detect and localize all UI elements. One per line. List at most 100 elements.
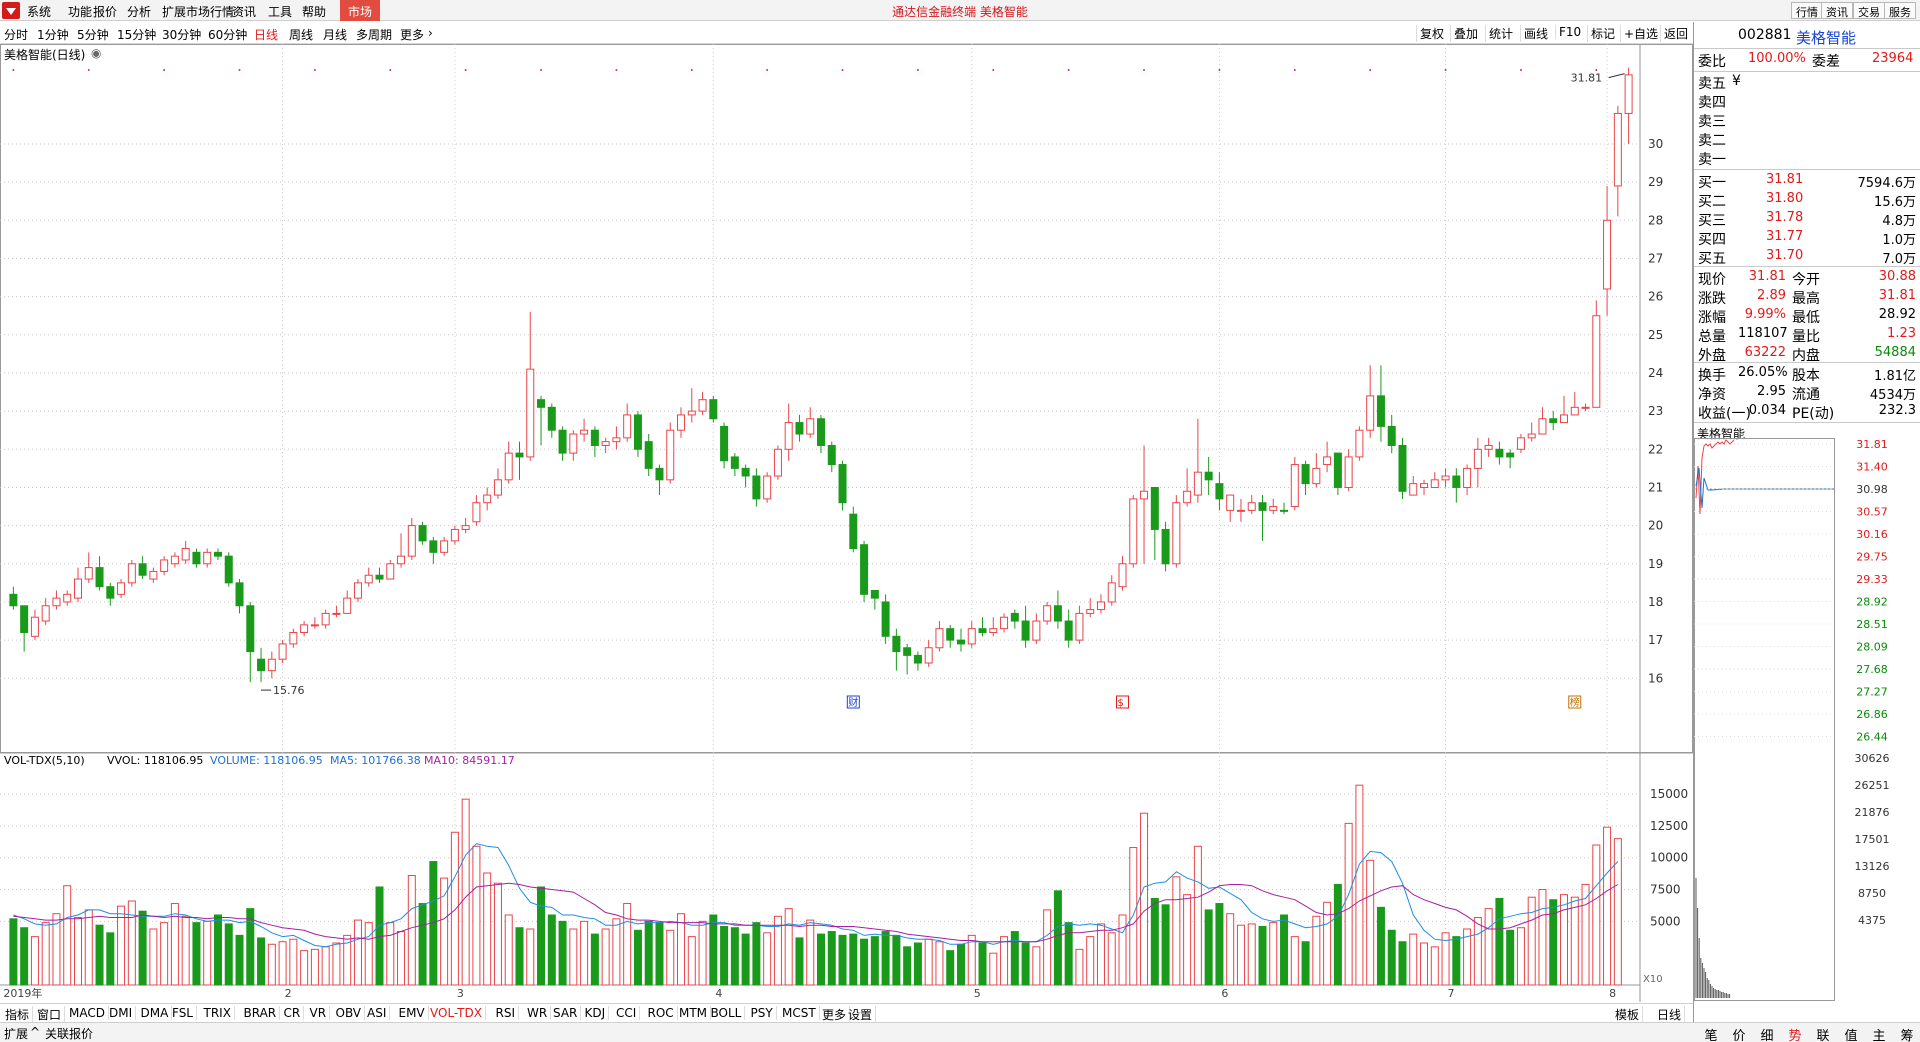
kline-chart[interactable]: 1617181920212223242526272829302019年 2 3 4 5 6…: [0, 44, 1693, 1002]
period-30min[interactable]: 30分钟: [162, 26, 201, 43]
buy-row[interactable]: 买三 31.78 4.8万: [1698, 210, 1918, 229]
period-more[interactable]: 更多: [400, 26, 424, 43]
period-5min[interactable]: 5分钟: [77, 26, 109, 43]
menu-system[interactable]: 系统: [27, 3, 51, 20]
template-button[interactable]: 模板: [1612, 1006, 1644, 1023]
indicator-item[interactable]: DMI: [106, 1006, 137, 1020]
period-display[interactable]: 日线: [1654, 1006, 1686, 1023]
volume-bar: [892, 934, 901, 986]
status-expand[interactable]: 扩展: [4, 1025, 28, 1042]
stat-row: 现价 31.81 今开 30.88: [1698, 269, 1918, 288]
indicator-item[interactable]: VOL-TDX: [427, 1006, 486, 1020]
stat-value: 2.95: [1757, 384, 1786, 399]
panel-tab[interactable]: 值: [1837, 1025, 1865, 1042]
indicator-item[interactable]: DMA: [138, 1006, 173, 1020]
buy-row[interactable]: 买四 31.77 1.0万: [1698, 229, 1918, 248]
panel-tab[interactable]: 势: [1781, 1025, 1809, 1042]
period-1min[interactable]: 1分钟: [37, 26, 69, 43]
indicator-tab[interactable]: 窗口: [34, 1006, 66, 1023]
menu-quote[interactable]: 报价: [93, 3, 117, 20]
tool-overlay[interactable]: 叠加: [1450, 25, 1481, 42]
volume-bar: [1086, 936, 1095, 986]
event-dot: [389, 69, 392, 71]
stat-label: 现价: [1698, 272, 1726, 288]
candle-body: [300, 624, 309, 633]
price-tick-label: 21: [1648, 480, 1663, 494]
indicator-item[interactable]: WR: [524, 1006, 552, 1020]
period-timeshare[interactable]: 分时: [4, 26, 28, 43]
indicator-item[interactable]: RSI: [493, 1006, 519, 1020]
indicator-item[interactable]: MCST: [779, 1006, 820, 1020]
top-button-quote[interactable]: 行情: [1791, 2, 1823, 19]
panel-tab[interactable]: 筹: [1893, 1025, 1920, 1042]
indicator-item[interactable]: ROC: [645, 1006, 678, 1020]
volume-bar: [537, 886, 546, 986]
indicator-item[interactable]: PSY: [748, 1006, 777, 1020]
tool-add-favorite[interactable]: +自选: [1620, 25, 1661, 42]
volume-bar: [418, 903, 427, 986]
volume-bar: [1538, 889, 1547, 986]
tool-draw[interactable]: 画线: [1520, 25, 1551, 42]
indicator-item[interactable]: FSL: [169, 1006, 197, 1020]
indicator-item[interactable]: CR: [281, 1006, 305, 1020]
tool-mark[interactable]: 标记: [1587, 25, 1618, 42]
volume-bar: [1366, 859, 1375, 986]
panel-tab[interactable]: 联: [1809, 1025, 1837, 1042]
menu-tools[interactable]: 工具: [268, 3, 292, 20]
volume-bar: [720, 925, 729, 986]
buy-row[interactable]: 买五 31.70 7.0万: [1698, 248, 1918, 267]
menu-market[interactable]: 市场: [340, 0, 381, 21]
mini-timeshare-chart[interactable]: 31.81 31.40 30.98 30.57 30.16 29.75 29.33 28.92…: [1694, 438, 1920, 1038]
mini-price-tick: 29.33: [1856, 573, 1888, 586]
panel-tab[interactable]: 细: [1753, 1025, 1781, 1042]
mini-price-tick: 31.40: [1856, 461, 1888, 474]
menu-news[interactable]: 资讯: [232, 3, 256, 20]
indicator-item[interactable]: OBV: [333, 1006, 366, 1020]
indicator-item[interactable]: MTM: [676, 1006, 712, 1020]
panel-tab[interactable]: 笔: [1697, 1025, 1725, 1042]
menu-function[interactable]: 功能: [68, 3, 92, 20]
menu-help[interactable]: 帮助: [302, 3, 326, 20]
app-logo-icon[interactable]: [2, 2, 20, 19]
top-button-news[interactable]: 资讯: [1821, 2, 1853, 19]
status-related-quote[interactable]: 关联报价: [45, 1025, 93, 1042]
indicator-item[interactable]: ASI: [364, 1006, 391, 1020]
menu-analysis[interactable]: 分析: [127, 3, 151, 20]
indicator-item[interactable]: VR: [307, 1006, 331, 1020]
indicator-item[interactable]: CCI: [613, 1006, 641, 1020]
indicator-item[interactable]: BRAR: [241, 1006, 281, 1020]
period-daily[interactable]: 日线: [254, 26, 278, 43]
chevron-up-icon[interactable]: ^: [30, 1025, 40, 1039]
menu-ext-market[interactable]: 扩展市场行情: [162, 3, 234, 20]
indicator-item[interactable]: MACD: [66, 1006, 109, 1020]
buy-row[interactable]: 买一 31.81 7594.6万: [1698, 172, 1918, 191]
candle-body: [827, 444, 836, 466]
period-weekly[interactable]: 周线: [289, 26, 313, 43]
chart-settings-icon[interactable]: ◉: [91, 46, 101, 60]
candle-body: [203, 551, 212, 565]
tool-statistics[interactable]: 统计: [1485, 25, 1516, 42]
period-15min[interactable]: 15分钟: [117, 26, 156, 43]
indicator-item[interactable]: SAR: [550, 1006, 582, 1020]
panel-tab[interactable]: 主: [1865, 1025, 1893, 1042]
chevron-right-icon[interactable]: ›: [428, 26, 433, 40]
tool-restore-rights[interactable]: 复权: [1416, 25, 1447, 42]
top-button-service[interactable]: 服务: [1884, 2, 1916, 19]
indicator-item[interactable]: 设置: [845, 1006, 877, 1023]
candle-body: [1096, 601, 1105, 611]
indicator-item[interactable]: KDJ: [582, 1006, 610, 1020]
indicator-item[interactable]: BOLL: [708, 1006, 746, 1020]
tool-f10[interactable]: F10: [1555, 25, 1584, 39]
volume-bar: [257, 937, 266, 986]
period-monthly[interactable]: 月线: [323, 26, 347, 43]
indicator-item[interactable]: TRIX: [201, 1006, 235, 1020]
period-multi[interactable]: 多周期: [356, 26, 392, 43]
tool-back[interactable]: 返回: [1660, 25, 1691, 42]
event-dot: [766, 69, 769, 71]
period-60min[interactable]: 60分钟: [208, 26, 247, 43]
indicator-item[interactable]: EMV: [396, 1006, 429, 1020]
buy-row[interactable]: 买二 31.80 15.6万: [1698, 191, 1918, 210]
top-button-trade[interactable]: 交易: [1853, 2, 1885, 19]
indicator-tab[interactable]: 指标: [2, 1006, 34, 1023]
panel-tab[interactable]: 价: [1725, 1025, 1753, 1042]
